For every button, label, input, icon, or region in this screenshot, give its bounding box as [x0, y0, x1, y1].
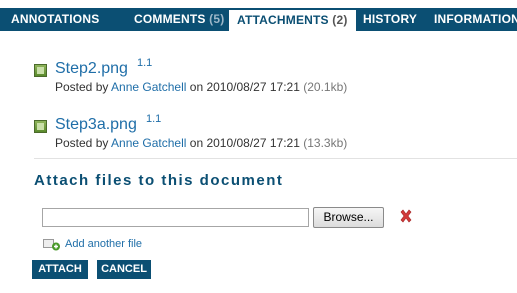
- tab-annotations-label: Annotations: [11, 12, 100, 26]
- tab-attachments[interactable]: Attachments (2): [229, 10, 356, 31]
- posted-date: on 2010/08/27 17:21: [189, 136, 300, 150]
- tab-comments-label: Comments: [134, 12, 206, 26]
- posted-by-label: Posted by: [55, 80, 109, 94]
- add-file-icon: [43, 239, 60, 251]
- posted-date: on 2010/08/27 17:21: [189, 80, 300, 94]
- attachment-meta: Posted by Anne Gatchell on 2010/08/27 17…: [55, 136, 347, 150]
- file-path-input[interactable]: [42, 208, 309, 227]
- image-file-icon: [34, 120, 47, 133]
- cancel-button[interactable]: Cancel: [97, 260, 151, 279]
- attachment-version-link[interactable]: 1.1: [146, 113, 161, 125]
- tab-attachments-count: (2): [332, 13, 348, 27]
- attach-button[interactable]: Attach: [32, 260, 88, 279]
- browse-button[interactable]: Browse...: [313, 207, 384, 228]
- remove-x-icon[interactable]: [398, 208, 414, 224]
- attach-section-title: Attach files to this document: [34, 172, 284, 189]
- tab-information-label: Information: [434, 12, 517, 26]
- author-link[interactable]: Anne Gatchell: [111, 80, 186, 94]
- tab-annotations[interactable]: Annotations: [11, 8, 99, 31]
- tab-history-label: History: [363, 12, 418, 26]
- file-size: (20.1kb): [303, 80, 348, 94]
- add-another-file-label: Add another file: [65, 238, 143, 250]
- posted-by-label: Posted by: [55, 136, 109, 150]
- image-file-icon: [34, 64, 47, 77]
- attachment-filename-link[interactable]: Step3a.png: [55, 116, 137, 134]
- tab-comments[interactable]: Comments (5): [134, 8, 224, 31]
- file-size: (13.3kb): [303, 136, 348, 150]
- tab-history[interactable]: History: [363, 8, 417, 31]
- attachment-meta: Posted by Anne Gatchell on 2010/08/27 17…: [55, 80, 347, 94]
- author-link[interactable]: Anne Gatchell: [111, 136, 186, 150]
- section-divider: [34, 158, 517, 159]
- tab-comments-count: (5): [209, 12, 225, 26]
- attachment-version-link[interactable]: 1.1: [137, 57, 152, 69]
- attachment-filename-link[interactable]: Step2.png: [55, 60, 128, 78]
- tab-attachments-label: Attachments: [237, 13, 329, 27]
- tab-information[interactable]: Information: [434, 8, 517, 31]
